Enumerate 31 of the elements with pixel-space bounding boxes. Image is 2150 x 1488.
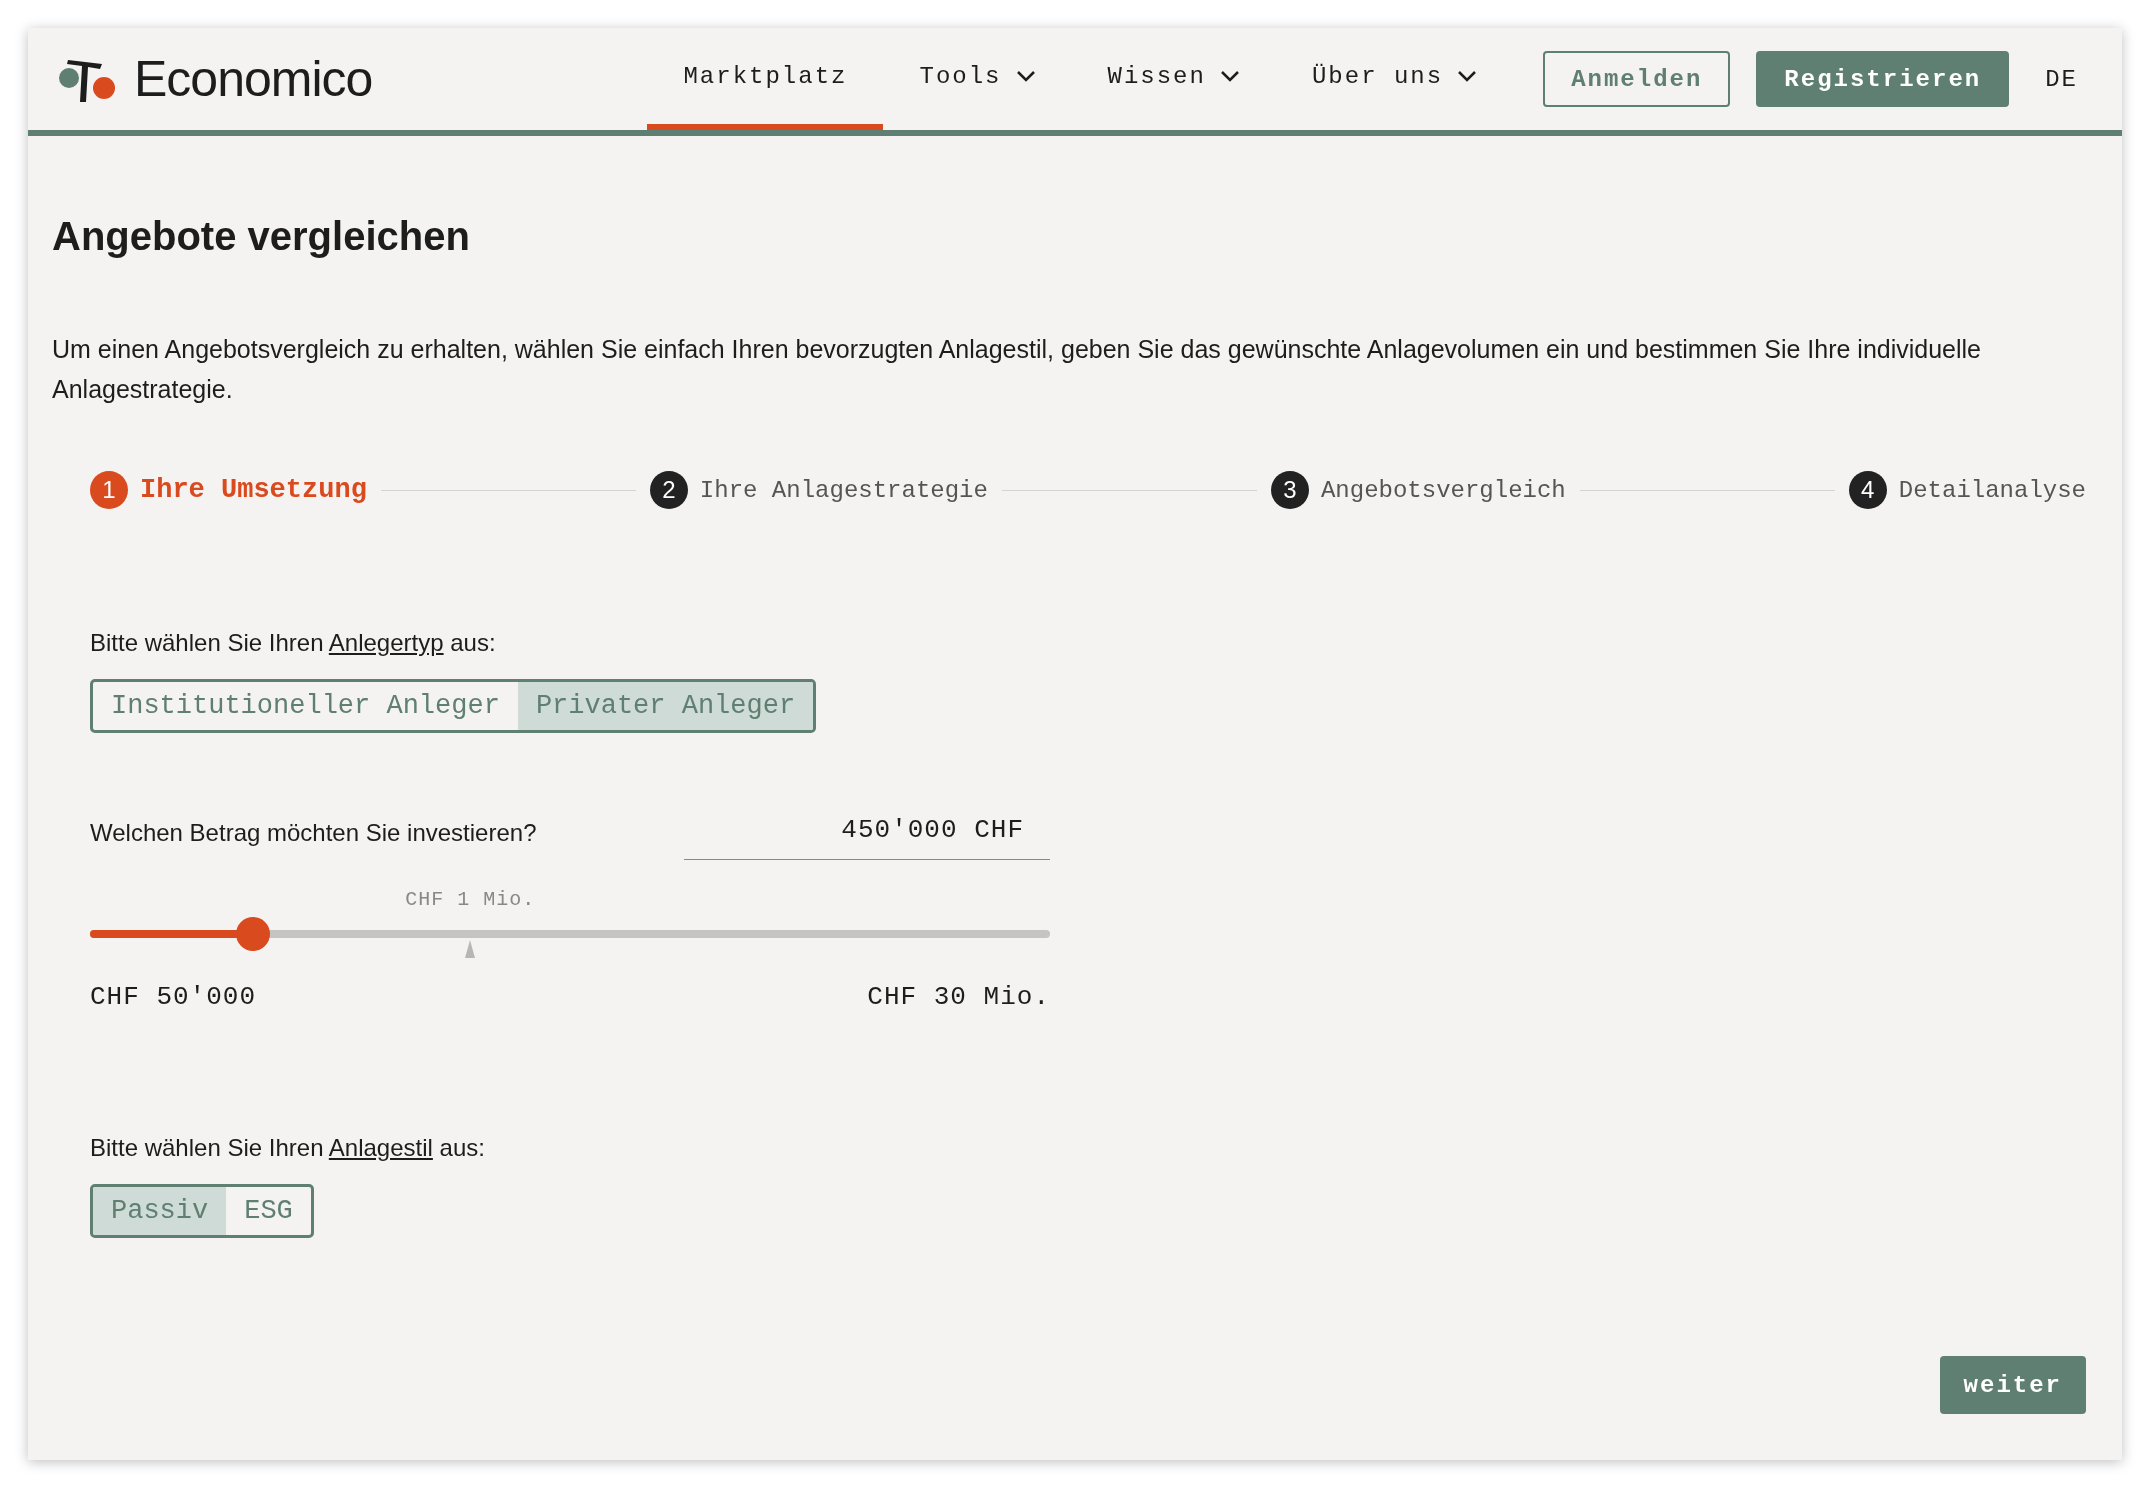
amount-field[interactable]: 450'000 CHF [684, 805, 1050, 860]
nav-item[interactable]: Tools [883, 28, 1072, 130]
chevron-icon [1457, 70, 1478, 82]
toggle-option[interactable]: Institutioneller Anleger [93, 682, 518, 730]
language-menu[interactable]: DE [2031, 31, 2092, 133]
login-button[interactable]: Anmelden [1543, 51, 1731, 107]
nav-item[interactable]: Wissen [1071, 28, 1276, 130]
step-tab[interactable]: 1 Ihre Umsetzung [90, 471, 367, 509]
glossary-link[interactable]: Anlagestil [328, 1134, 433, 1161]
prompt-text: Bitte wählen Sie Ihren Anlagestil aus: [90, 1134, 486, 1162]
step-tab[interactable]: 2 Ihre Anlagestrategie [649, 471, 988, 509]
chevron-icon [1219, 70, 1240, 82]
glossary-link[interactable]: Anlegertyp [328, 629, 444, 656]
nav-item[interactable]: Marktplatz [647, 28, 884, 130]
marker-label: CHF 1 Mio. [405, 888, 536, 911]
amount-question: Welchen Betrag möchten Sie investieren? [90, 818, 537, 847]
step-tab[interactable]: 4 Detailanalyse [1848, 471, 2086, 509]
min-label: CHF 50'000 [90, 982, 257, 1012]
toggle-option[interactable]: ESG [226, 1187, 311, 1235]
max-label: CHF 30 Mio. [867, 982, 1050, 1012]
register-button[interactable]: Registrieren [1756, 51, 2010, 107]
step-tab[interactable]: 3 Angebotsvergleich [1270, 471, 1566, 509]
next-button[interactable]: weiter [1939, 1356, 2086, 1414]
slider-thumb[interactable] [236, 917, 271, 951]
intro-text: Um einen Angebotsvergleich zu erhalten, wählen Sie einfach Ihren bevorzugten Anlagestil, geben Sie das gewünschte Anlagevolumen ein und bestimmen Sie Ihre individuelle Anlagestrategie. [52, 334, 1983, 405]
brand-name: Economico [134, 50, 373, 108]
marker-icon [465, 940, 476, 958]
page-title: Angebote vergleichen [52, 214, 471, 259]
nav-item[interactable]: Über uns [1275, 28, 1514, 130]
prompt-text: Bitte wählen Sie Ihren Anlegertyp aus: [90, 629, 497, 657]
chevron-icon [1015, 70, 1036, 82]
